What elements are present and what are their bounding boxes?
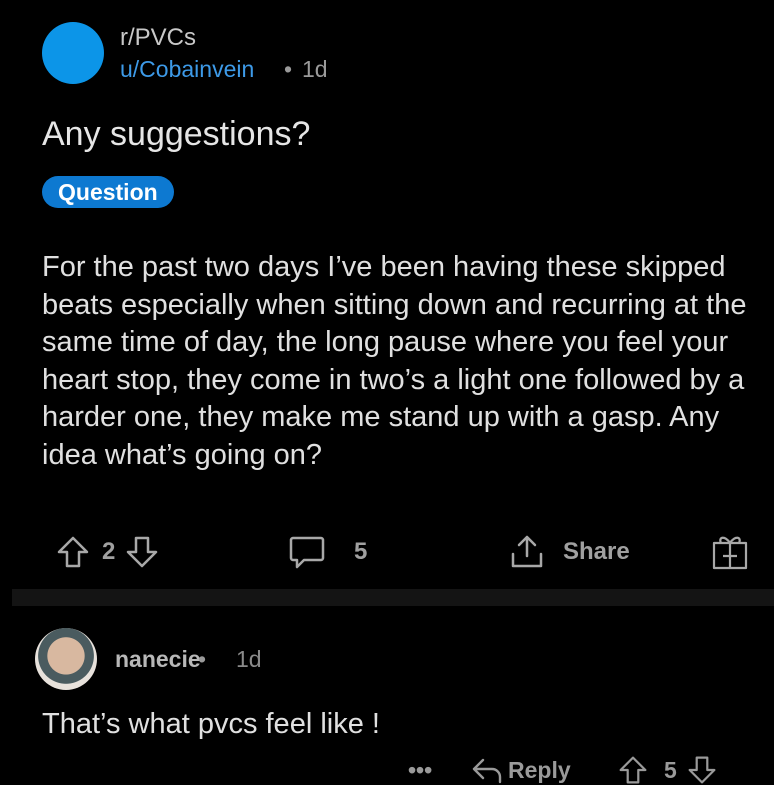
comment-author[interactable]: nanecie	[115, 646, 201, 673]
comment-downvote-icon[interactable]	[687, 755, 717, 785]
post-title: Any suggestions?	[42, 115, 311, 153]
award-button[interactable]	[710, 532, 750, 572]
post-age: 1d	[302, 56, 328, 82]
meta-separator: •	[284, 56, 293, 82]
more-icon[interactable]: •••	[408, 755, 432, 785]
vote-group: 2	[56, 535, 159, 569]
subreddit-name[interactable]: r/PVCs	[120, 24, 196, 52]
share-icon	[508, 534, 546, 570]
comment-vote-group: 5	[618, 755, 717, 785]
comment-avatar[interactable]	[35, 628, 97, 690]
comment-upvote-icon[interactable]	[618, 755, 648, 785]
award-icon	[710, 532, 750, 572]
reply-label: Reply	[508, 756, 571, 783]
post-flair[interactable]: Question	[42, 176, 174, 208]
downvote-icon[interactable]	[125, 535, 159, 569]
comment-count: 5	[354, 538, 368, 565]
upvote-icon[interactable]	[56, 535, 90, 569]
comment-text: That’s what pvcs feel like !	[42, 708, 380, 740]
comment-icon	[288, 534, 326, 570]
post-author[interactable]: u/Cobainvein	[120, 56, 254, 83]
share-label: Share	[563, 538, 630, 565]
comments-button[interactable]: 5	[288, 535, 367, 569]
section-divider	[12, 589, 774, 606]
comment-age: 1d	[236, 646, 262, 672]
subreddit-avatar[interactable]	[42, 22, 104, 84]
comment-vote-count: 5	[664, 756, 677, 783]
post-body: For the past two days I’ve been having t…	[42, 251, 747, 471]
post-vote-count: 2	[102, 538, 116, 565]
share-button[interactable]: Share	[508, 535, 630, 569]
reply-button[interactable]: Reply	[470, 755, 571, 785]
comment-meta-separator: •	[198, 646, 207, 672]
